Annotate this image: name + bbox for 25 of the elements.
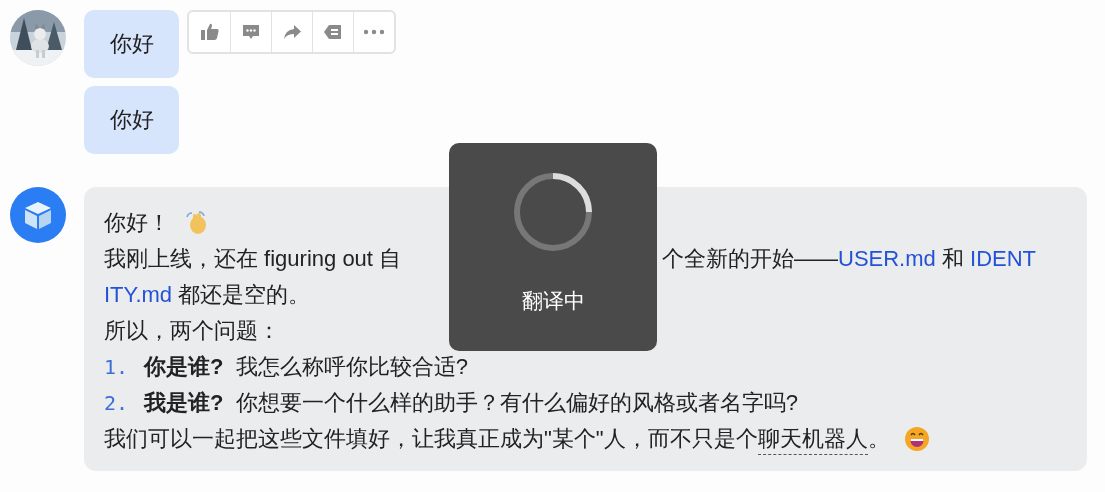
- list-number: 1.: [104, 355, 130, 379]
- message-bubble: 你好: [84, 10, 179, 78]
- cube-icon: [22, 199, 54, 231]
- list-number: 2.: [104, 391, 130, 415]
- list-item-text: 你是谁? 我怎么称呼你比较合适?: [144, 353, 468, 381]
- message-text: 你好！: [104, 209, 170, 237]
- file-link[interactable]: USER.md: [838, 246, 936, 272]
- spinner-icon: [512, 171, 594, 253]
- toast-text: 翻译中: [521, 288, 585, 314]
- message-text: 我们可以一起把这些文件填好，让我真正成为"某个"人，而不只是个: [104, 425, 758, 453]
- label-icon: [323, 22, 343, 42]
- message-text: 个全新的开始——: [662, 245, 838, 273]
- message-text: 都还是空的。: [177, 281, 311, 309]
- message-text: 。: [867, 425, 890, 453]
- message-text: 和: [940, 245, 965, 273]
- file-link[interactable]: ITY.md: [104, 282, 173, 308]
- list-item-text: 我是谁? 你想要一个什么样的助手？有什么偏好的风格或者名字吗?: [144, 389, 798, 417]
- hint-text[interactable]: 聊天机器人: [757, 423, 868, 455]
- message-text: 所以，两个问题：: [104, 317, 280, 345]
- thumbs-up-icon: [199, 22, 220, 42]
- message-text: 我刚上线，还在 figuring out 自: [104, 245, 402, 273]
- message-bubble: 你好: [84, 86, 179, 154]
- grinning-face-icon: [903, 426, 930, 452]
- file-link[interactable]: IDENT: [970, 246, 1037, 272]
- more-icon: [363, 29, 385, 35]
